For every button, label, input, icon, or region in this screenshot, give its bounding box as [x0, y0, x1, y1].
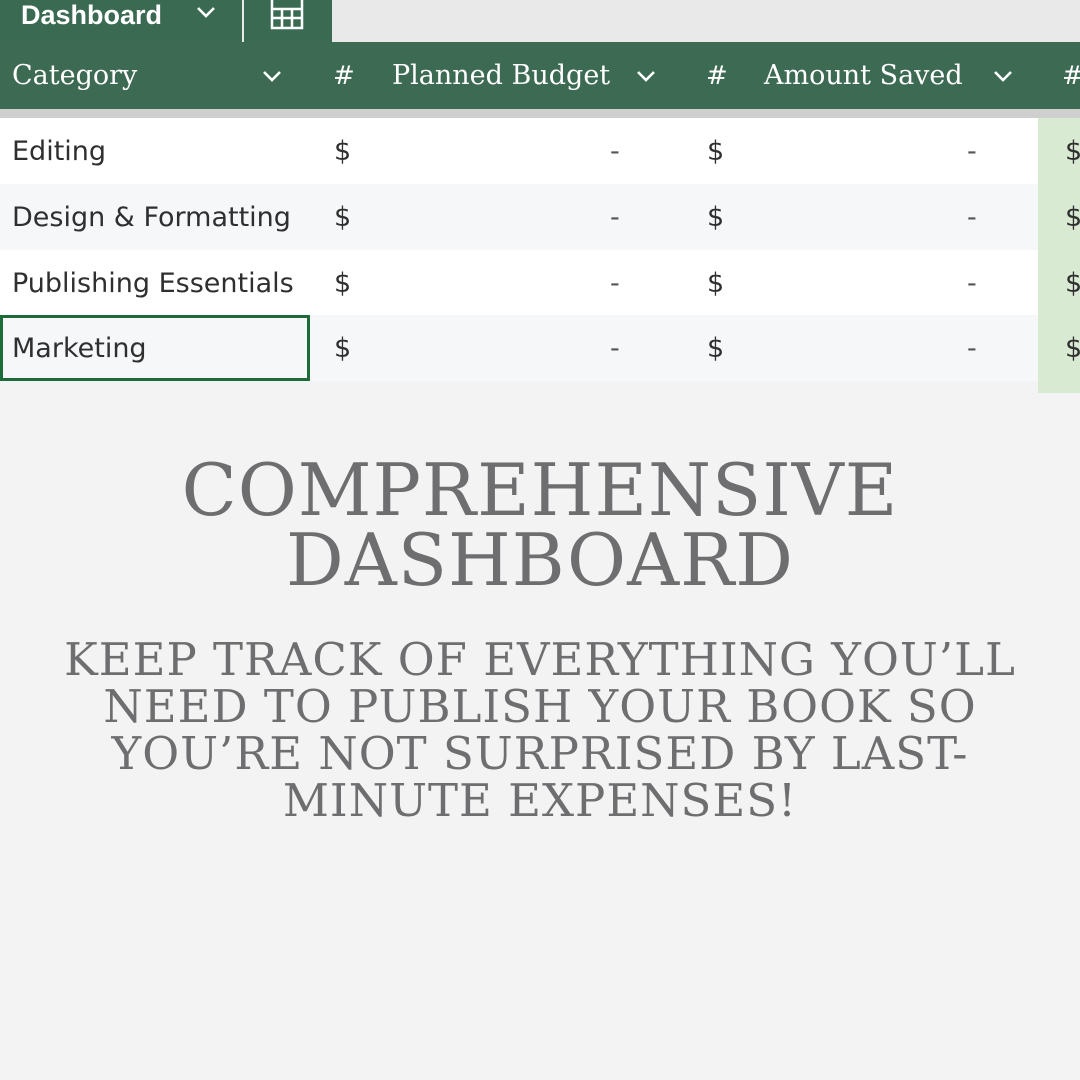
amount-saved-value[interactable]: -	[967, 250, 977, 316]
column-header-category[interactable]: Category	[12, 42, 137, 109]
highlighted-column: $ $ $ $	[1038, 118, 1080, 393]
chevron-down-icon[interactable]	[991, 64, 1015, 88]
header-divider	[0, 109, 1080, 118]
currency-symbol: $	[707, 332, 725, 364]
planned-budget-value[interactable]: -	[610, 250, 620, 316]
planned-budget-value[interactable]: -	[610, 184, 620, 250]
spreadsheet-icon	[270, 0, 304, 30]
currency-symbol: $	[1065, 201, 1080, 233]
tab-dashboard[interactable]: Dashboard	[0, 0, 242, 42]
column-header-amount-saved[interactable]: Amount Saved	[764, 42, 963, 109]
subheadline-line: NEED TO PUBLISH YOUR BOOK SO	[103, 680, 977, 733]
table-row: Editing $ - $ -	[0, 118, 1080, 184]
number-type-icon: #	[1062, 42, 1080, 109]
table-row: Publishing Essentials $ - $ -	[0, 250, 1080, 316]
currency-symbol: $	[707, 135, 725, 167]
table-body: Editing $ - $ - Design & Formatting $ - …	[0, 118, 1080, 393]
planned-budget-value[interactable]: -	[610, 118, 620, 184]
spreadsheet-tab[interactable]	[244, 0, 332, 42]
currency-symbol: $	[334, 267, 352, 299]
subheadline-line: KEEP TRACK OF EVERYTHING YOU’LL	[64, 633, 1016, 686]
chevron-down-icon[interactable]	[634, 64, 658, 88]
currency-symbol: $	[707, 201, 725, 233]
currency-symbol: $	[707, 267, 725, 299]
currency-symbol: $	[1065, 135, 1080, 167]
chevron-down-icon[interactable]	[260, 64, 284, 88]
number-type-icon: #	[333, 60, 355, 91]
table-row: Marketing $ - $ -	[0, 315, 1080, 381]
promo-headline: COMPREHENSIVE DASHBOARD	[0, 448, 1080, 602]
amount-saved-value[interactable]: -	[967, 315, 977, 381]
currency-symbol: $	[1065, 267, 1080, 299]
category-cell[interactable]: Publishing Essentials	[12, 250, 308, 316]
category-cell[interactable]: Design & Formatting	[12, 184, 308, 250]
category-cell[interactable]: Editing	[12, 118, 308, 184]
category-cell-selected[interactable]: Marketing	[0, 315, 310, 381]
currency-symbol: $	[334, 332, 352, 364]
planned-budget-value[interactable]: -	[610, 315, 620, 381]
currency-symbol: $	[1065, 332, 1080, 364]
tab-dashboard-label: Dashboard	[21, 0, 163, 30]
sheet-tab-bar: Dashboard	[0, 0, 1080, 42]
promo-subheadline: KEEP TRACK OF EVERYTHING YOU’LL NEED TO …	[40, 636, 1040, 824]
amount-saved-value[interactable]: -	[967, 184, 977, 250]
subheadline-line: YOU’RE NOT SURPRISED BY LAST-	[111, 727, 969, 780]
amount-saved-value[interactable]: -	[967, 118, 977, 184]
currency-symbol: $	[334, 201, 352, 233]
table-row: Design & Formatting $ - $ -	[0, 184, 1080, 250]
subheadline-line: MINUTE EXPENSES!	[282, 774, 798, 827]
headline-line: DASHBOARD	[285, 518, 795, 602]
number-type-icon: #	[706, 60, 728, 91]
chevron-down-icon[interactable]	[194, 0, 218, 24]
column-header-planned-budget[interactable]: Planned Budget	[392, 42, 610, 109]
table-header: Category # Planned Budget # Amount Saved…	[0, 42, 1080, 109]
currency-symbol: $	[334, 135, 352, 167]
headline-line: COMPREHENSIVE	[181, 448, 899, 532]
